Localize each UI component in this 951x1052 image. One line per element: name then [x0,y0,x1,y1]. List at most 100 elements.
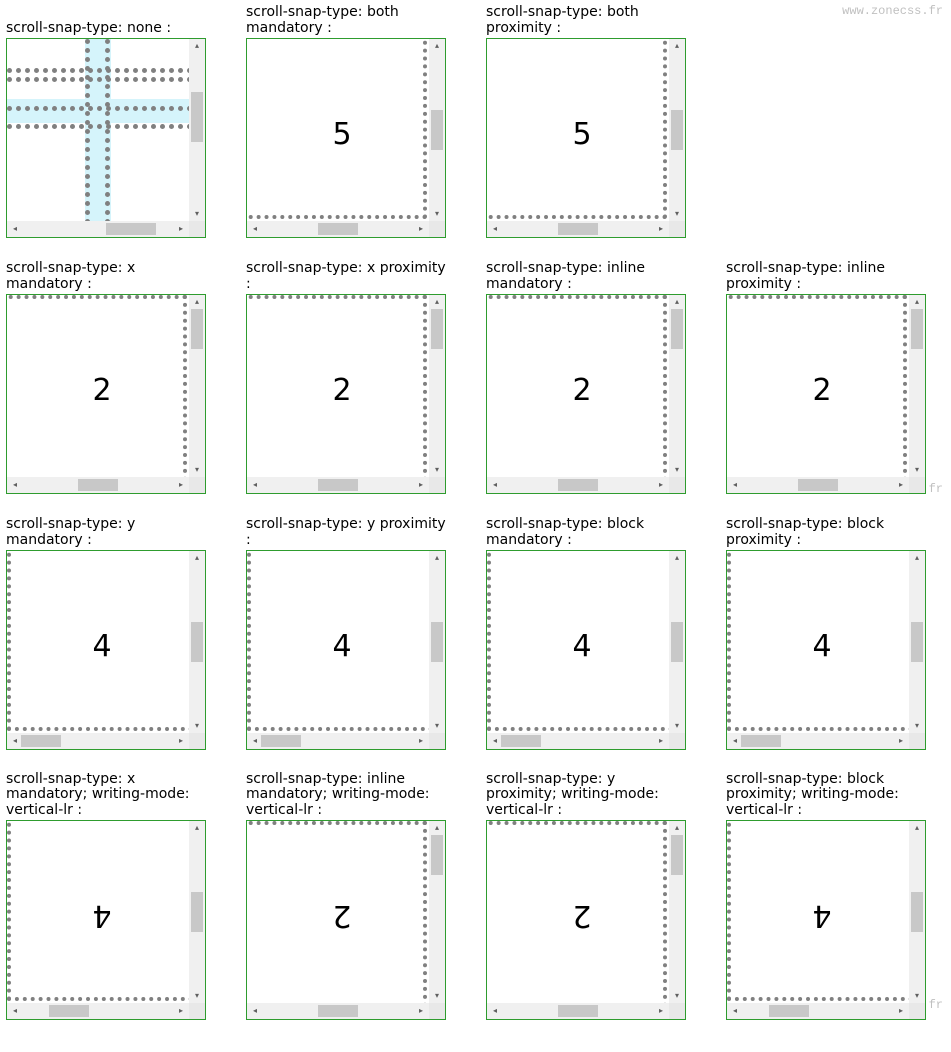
scroll-container[interactable]: 2▴▾◂▸ [486,820,686,1020]
horizontal-scrollbar[interactable]: ◂▸ [7,477,189,493]
scroll-thumb[interactable] [911,892,923,932]
scroll-container[interactable]: 2▴▾◂▸ [726,294,926,494]
scroll-thumb[interactable] [558,479,598,491]
scroll-thumb[interactable] [21,735,61,747]
scroll-container[interactable]: 2▴▾◂▸ [6,294,206,494]
cell-number: 4 [731,825,909,1003]
vertical-scrollbar[interactable]: ▴▾ [909,295,925,477]
scroll-container[interactable]: 4▴▾◂▸ [6,550,206,750]
scroll-up-arrow-icon: ▴ [669,39,685,53]
scroll-container[interactable]: 2▴▾◂▸ [246,820,446,1020]
horizontal-scrollbar[interactable]: ◂▸ [247,221,429,237]
scroll-down-arrow-icon: ▾ [189,719,205,733]
scroll-thumb[interactable] [78,479,118,491]
scrollbar-corner [909,733,925,749]
vertical-scrollbar[interactable]: ▴▾ [669,551,685,733]
scroll-thumb[interactable] [769,1005,809,1017]
vertical-scrollbar[interactable]: ▴▾ [669,295,685,477]
scroll-viewport: 5 [487,39,669,221]
scroll-viewport [7,39,189,221]
horizontal-scrollbar[interactable]: ◂▸ [7,733,189,749]
horizontal-scrollbar[interactable]: ◂▸ [487,221,669,237]
vertical-scrollbar[interactable]: ▴▾ [669,39,685,221]
scroll-thumb[interactable] [431,835,443,875]
scroll-up-arrow-icon: ▴ [669,821,685,835]
example-cell: scroll-snap-type: block proximity; writi… [726,772,926,1020]
scroll-thumb[interactable] [431,110,443,150]
scroll-right-arrow-icon: ▸ [173,222,189,236]
scroll-thumb[interactable] [741,735,781,747]
vertical-scrollbar[interactable]: ▴▾ [669,821,685,1003]
scroll-thumb[interactable] [671,110,683,150]
snap-cell: 4 [7,821,189,1001]
example-cell: scroll-snap-type: x proximity :2▴▾◂▸ [246,261,446,494]
scroll-thumb[interactable] [191,892,203,932]
horizontal-scrollbar[interactable]: ◂▸ [247,1003,429,1019]
scroll-container[interactable]: 4▴▾◂▸ [486,550,686,750]
scroll-thumb[interactable] [911,622,923,662]
scroll-container[interactable]: 2▴▾◂▸ [246,294,446,494]
horizontal-scrollbar[interactable]: ◂▸ [727,477,909,493]
scroll-up-arrow-icon: ▴ [429,295,445,309]
horizontal-scrollbar[interactable]: ◂▸ [727,733,909,749]
scroll-up-arrow-icon: ▴ [189,551,205,565]
scroll-thumb[interactable] [106,223,156,235]
scroll-thumb[interactable] [798,479,838,491]
vertical-scrollbar[interactable]: ▴▾ [429,39,445,221]
horizontal-scrollbar[interactable]: ◂▸ [247,733,429,749]
vertical-scrollbar[interactable]: ▴▾ [429,821,445,1003]
vertical-scrollbar[interactable]: ▴▾ [429,295,445,477]
horizontal-scrollbar[interactable]: ◂▸ [7,221,189,237]
scroll-thumb[interactable] [191,92,203,142]
scroll-container[interactable]: 4▴▾◂▸ [726,550,926,750]
horizontal-scrollbar[interactable]: ◂▸ [487,733,669,749]
vertical-scrollbar[interactable]: ▴▾ [189,295,205,477]
horizontal-scrollbar[interactable]: ◂▸ [487,477,669,493]
horizontal-scrollbar[interactable]: ◂▸ [487,1003,669,1019]
page: www.zonecss.frwww.zonecss.frwww.zonecss.… [0,0,951,1052]
scroll-thumb[interactable] [318,1005,358,1017]
cell-number: 4 [731,555,909,733]
horizontal-scrollbar[interactable]: ◂▸ [247,477,429,493]
scroll-container[interactable]: 4▴▾◂▸ [6,820,206,1020]
scroll-thumb[interactable] [318,223,358,235]
example-cell: scroll-snap-type: both proximity :5▴▾◂▸ [486,4,686,238]
vertical-scrollbar[interactable]: ▴▾ [189,821,205,1003]
vertical-scrollbar[interactable]: ▴▾ [189,551,205,733]
scroll-right-arrow-icon: ▸ [653,478,669,492]
scroll-thumb[interactable] [49,1005,89,1017]
vertical-scrollbar[interactable]: ▴▾ [909,821,925,1003]
scroll-thumb[interactable] [261,735,301,747]
scroll-thumb[interactable] [191,309,203,349]
scroll-thumb[interactable] [431,622,443,662]
scroll-container[interactable]: 2▴▾◂▸ [486,294,686,494]
scroll-right-arrow-icon: ▸ [413,1004,429,1018]
example-label: scroll-snap-type: x mandatory : [6,261,206,292]
scroll-container[interactable]: 4▴▾◂▸ [726,820,926,1020]
scroll-thumb[interactable] [318,479,358,491]
scroll-viewport: 2 [247,295,429,477]
horizontal-scrollbar[interactable]: ◂▸ [7,1003,189,1019]
scroll-container[interactable]: 5▴▾◂▸ [246,38,446,238]
scroll-thumb[interactable] [558,223,598,235]
scroll-thumb[interactable] [191,622,203,662]
vertical-scrollbar[interactable]: ▴▾ [189,39,205,221]
example-cell: scroll-snap-type: x mandatory :2▴▾◂▸ [6,261,206,494]
scroll-container[interactable]: ▴▾◂▸ [6,38,206,238]
scroll-thumb[interactable] [431,309,443,349]
scroll-thumb[interactable] [671,309,683,349]
vertical-scrollbar[interactable]: ▴▾ [909,551,925,733]
scroll-thumb[interactable] [558,1005,598,1017]
example-label: scroll-snap-type: none : [6,20,206,36]
scroll-thumb[interactable] [911,309,923,349]
scroll-container[interactable]: 4▴▾◂▸ [246,550,446,750]
vertical-scrollbar[interactable]: ▴▾ [429,551,445,733]
horizontal-scrollbar[interactable]: ◂▸ [727,1003,909,1019]
example-cell: scroll-snap-type: y proximity :4▴▾◂▸ [246,517,446,750]
scroll-thumb[interactable] [671,835,683,875]
scroll-container[interactable]: 5▴▾◂▸ [486,38,686,238]
scrollbar-corner [669,733,685,749]
scroll-thumb[interactable] [501,735,541,747]
scroll-viewport: 5 [247,39,429,221]
scroll-thumb[interactable] [671,622,683,662]
